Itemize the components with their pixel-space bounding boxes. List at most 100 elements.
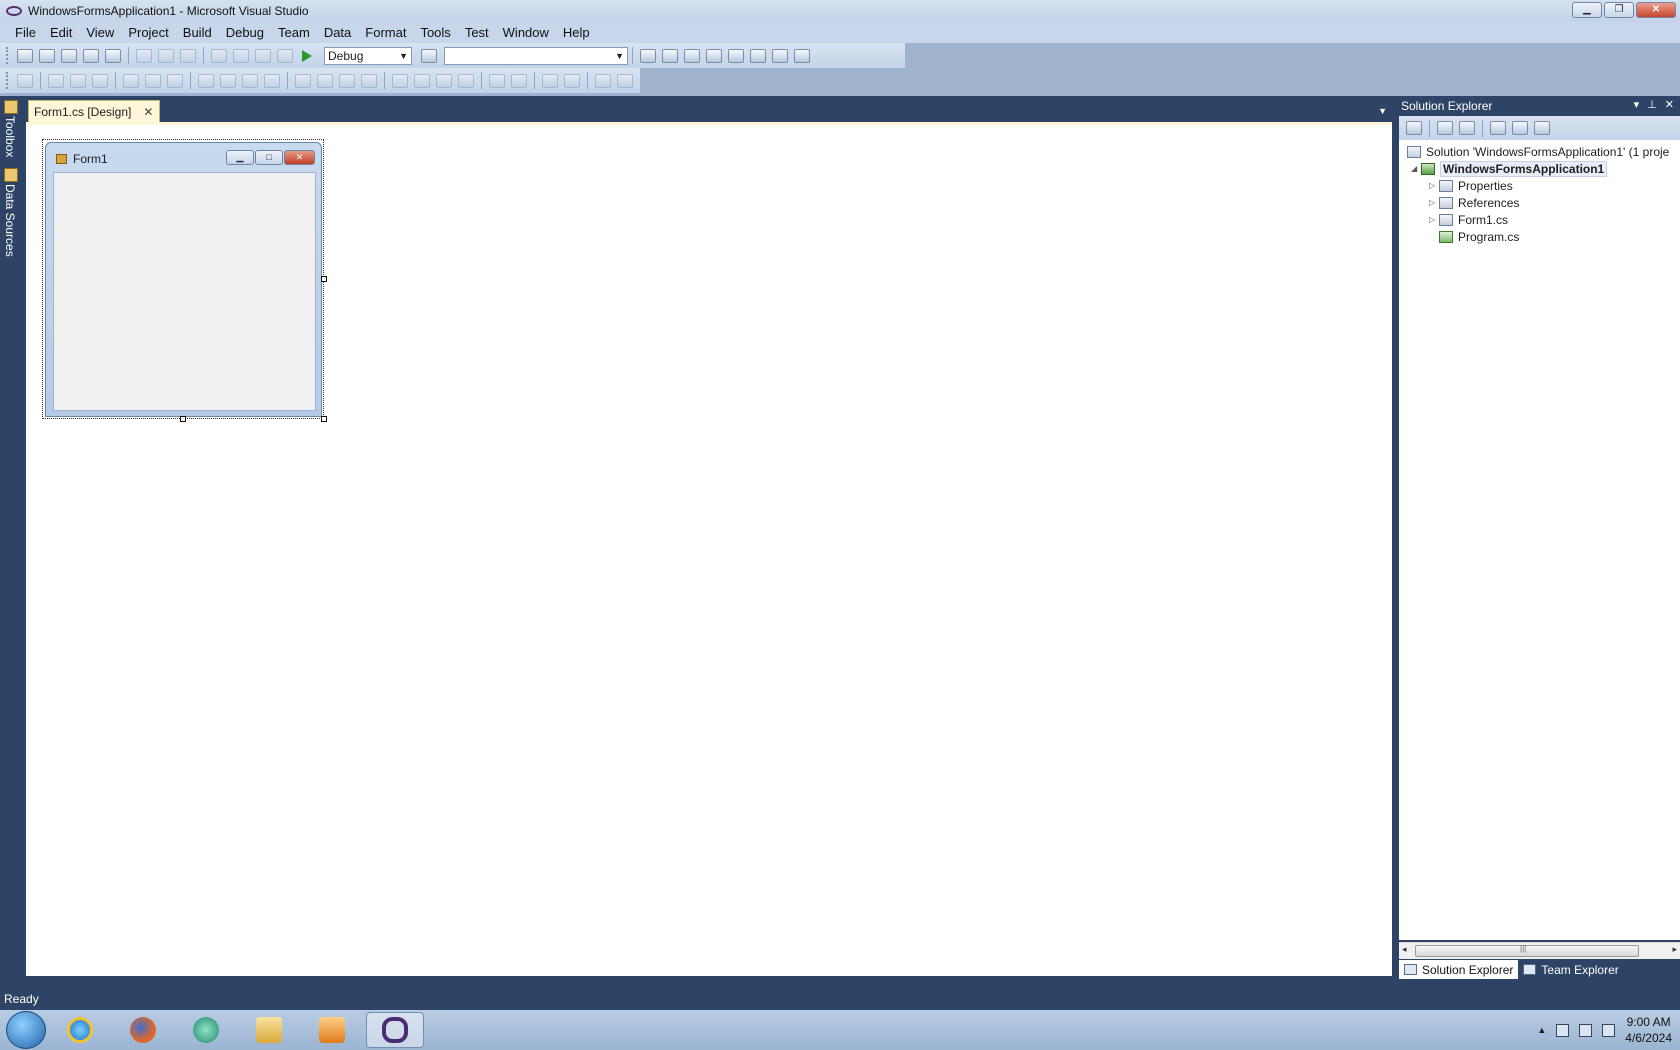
tree-item-program[interactable]: Program.cs — [1439, 228, 1519, 245]
align-tops-icon[interactable] — [123, 73, 139, 88]
resize-handle-right[interactable] — [321, 276, 327, 282]
extension-manager-icon[interactable] — [772, 48, 788, 63]
remove-horizontal-spacing-icon[interactable] — [361, 73, 377, 88]
paste-icon[interactable] — [180, 48, 196, 63]
toolbar-grip[interactable] — [6, 72, 10, 89]
start-page-icon[interactable] — [750, 48, 766, 63]
tree-item-solution[interactable]: Solution 'WindowsFormsApplication1' (1 p… — [1407, 143, 1669, 160]
make-same-size-icon[interactable] — [242, 73, 258, 88]
solution-configuration-select[interactable]: Debug ▼ — [324, 46, 412, 65]
menu-project[interactable]: Project — [121, 25, 175, 40]
form1-client-area[interactable] — [53, 172, 316, 411]
menu-help[interactable]: Help — [556, 25, 597, 40]
send-to-back-icon[interactable] — [564, 73, 580, 88]
collapsed-arrow-icon[interactable]: ▷ — [1429, 198, 1439, 207]
collapsed-arrow-icon[interactable]: ▷ — [1429, 215, 1439, 224]
menu-window[interactable]: Window — [496, 25, 556, 40]
command-window-icon[interactable] — [794, 48, 810, 63]
menu-tools[interactable]: Tools — [413, 25, 457, 40]
remove-vertical-spacing-icon[interactable] — [458, 73, 474, 88]
cut-icon[interactable] — [136, 48, 152, 63]
find-in-files-icon[interactable] — [421, 48, 437, 63]
auto-hide-pin-icon[interactable]: ⊥ — [1647, 98, 1657, 111]
menu-team[interactable]: Team — [271, 25, 317, 40]
taskbar-file-explorer[interactable] — [240, 1012, 298, 1048]
align-rights-icon[interactable] — [92, 73, 108, 88]
restore-button[interactable]: ❐ — [1604, 2, 1634, 18]
undo-icon[interactable] — [211, 48, 227, 63]
align-bottoms-icon[interactable] — [167, 73, 183, 88]
show-all-files-icon[interactable] — [1437, 121, 1453, 135]
network-icon[interactable] — [1579, 1023, 1593, 1037]
menu-file[interactable]: File — [8, 25, 43, 40]
align-lefts-icon[interactable] — [48, 73, 64, 88]
expanded-arrow-icon[interactable]: ◢ — [1411, 164, 1421, 173]
redo-icon[interactable] — [233, 48, 249, 63]
tab-team-explorer[interactable]: Team Explorer — [1518, 960, 1623, 979]
properties-window-icon[interactable] — [662, 48, 678, 63]
action-center-flag-icon[interactable] — [1556, 1023, 1570, 1037]
align-to-grid-icon[interactable] — [17, 73, 33, 88]
size-to-grid-icon[interactable] — [264, 73, 280, 88]
solution-explorer-icon[interactable] — [640, 48, 656, 63]
toolbox-icon[interactable] — [706, 48, 722, 63]
taskbar-media-player[interactable] — [303, 1012, 361, 1048]
refresh-icon[interactable] — [1459, 121, 1475, 135]
increase-vertical-spacing-icon[interactable] — [414, 73, 430, 88]
window-position-icon[interactable]: ▾ — [1634, 98, 1640, 111]
scrollbar-thumb[interactable]: ||| — [1415, 944, 1639, 957]
horizontal-scrollbar[interactable]: ◂ ||| ▸ — [1399, 942, 1680, 959]
scroll-right-icon[interactable]: ▸ — [1672, 944, 1677, 955]
taskbar-firefox[interactable] — [114, 1012, 172, 1048]
form-designer-surface[interactable]: Form1 ▁ □ ✕ — [26, 122, 1392, 976]
center-vertically-icon[interactable] — [511, 73, 527, 88]
add-item-icon[interactable] — [39, 48, 55, 63]
open-file-icon[interactable] — [61, 48, 77, 63]
save-all-icon[interactable] — [105, 48, 121, 63]
tree-item-form1[interactable]: ▷ Form1.cs — [1429, 211, 1508, 228]
tab-order-icon[interactable] — [595, 73, 611, 88]
close-button[interactable]: ✕ — [1636, 2, 1676, 18]
find-combo[interactable]: ▼ — [444, 46, 628, 65]
increase-horizontal-spacing-icon[interactable] — [317, 73, 333, 88]
tools-icon[interactable] — [728, 48, 744, 63]
make-same-height-icon[interactable] — [220, 73, 236, 88]
view-code-icon[interactable] — [1490, 121, 1506, 135]
view-class-diagram-icon[interactable] — [1534, 121, 1550, 135]
menu-test[interactable]: Test — [458, 25, 496, 40]
make-same-width-icon[interactable] — [198, 73, 214, 88]
object-browser-icon[interactable] — [684, 48, 700, 63]
menu-format[interactable]: Format — [358, 25, 413, 40]
align-centers-icon[interactable] — [70, 73, 86, 88]
form1-minimize-button[interactable]: ▁ — [226, 150, 254, 165]
close-tab-icon[interactable]: ✕ — [143, 105, 153, 119]
lock-controls-icon[interactable] — [617, 73, 633, 88]
menu-edit[interactable]: Edit — [43, 25, 79, 40]
tree-item-project[interactable]: ◢ WindowsFormsApplication1 — [1411, 160, 1608, 177]
start-button[interactable] — [6, 1011, 46, 1049]
menu-view[interactable]: View — [79, 25, 121, 40]
horizontal-spacing-icon[interactable] — [295, 73, 311, 88]
tab-solution-explorer[interactable]: Solution Explorer — [1399, 960, 1519, 979]
show-hidden-icons-icon[interactable]: ▲ — [1537, 1025, 1546, 1035]
resize-handle-bottom[interactable] — [180, 416, 186, 422]
menu-debug[interactable]: Debug — [219, 25, 271, 40]
tab-form1-design[interactable]: Form1.cs [Design] ✕ — [28, 100, 161, 122]
taskbar-visual-studio[interactable] — [366, 1012, 424, 1048]
close-panel-icon[interactable]: ✕ — [1665, 98, 1674, 111]
view-designer-icon[interactable] — [1512, 121, 1528, 135]
minimize-button[interactable]: ▁ — [1572, 2, 1602, 18]
scroll-left-icon[interactable]: ◂ — [1402, 944, 1407, 955]
navigate-backward-icon[interactable] — [255, 48, 271, 63]
clock[interactable]: 9:00 AM 4/6/2024 — [1625, 1014, 1672, 1046]
tree-item-properties[interactable]: ▷ Properties — [1429, 177, 1513, 194]
data-sources-tab[interactable]: Data Sources — [3, 184, 17, 257]
form1-maximize-button[interactable]: □ — [255, 150, 283, 165]
save-icon[interactable] — [83, 48, 99, 63]
menu-data[interactable]: Data — [317, 25, 358, 40]
form1-close-button[interactable]: ✕ — [284, 150, 315, 165]
center-horizontally-icon[interactable] — [489, 73, 505, 88]
bring-to-front-icon[interactable] — [542, 73, 558, 88]
vertical-spacing-icon[interactable] — [392, 73, 408, 88]
volume-muted-icon[interactable] — [1602, 1023, 1616, 1037]
